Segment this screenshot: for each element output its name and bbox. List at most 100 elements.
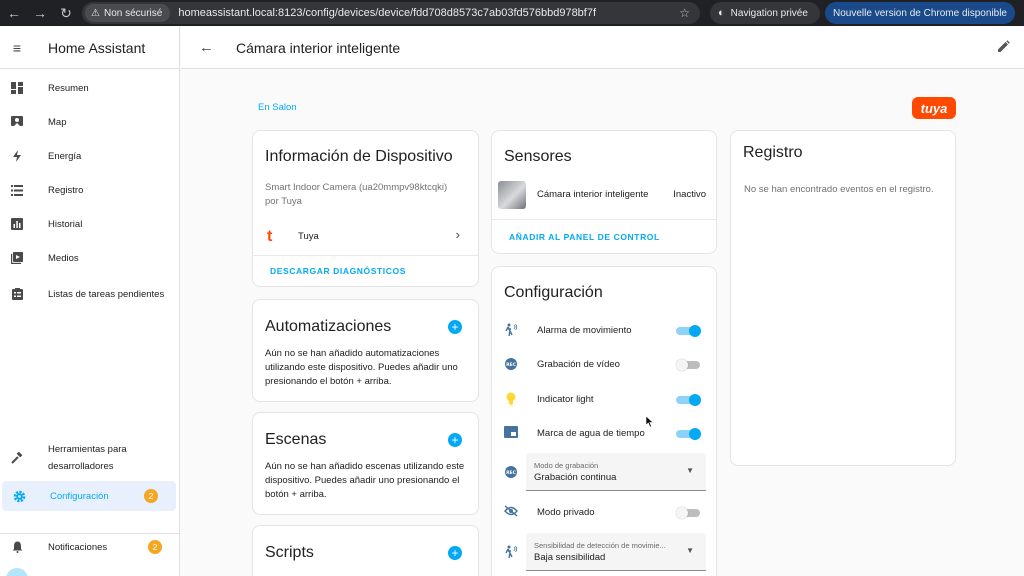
recording-mode-select[interactable]: Modo de grabación Grabación continua ▼ bbox=[526, 453, 706, 491]
sensor-entity-row[interactable]: Cámara interior inteligente Inactivo bbox=[492, 179, 716, 211]
log-empty-text: No se han encontrado eventos en el regis… bbox=[744, 184, 934, 195]
back-arrow-icon[interactable]: ← bbox=[199, 39, 214, 56]
scenes-empty-text: Aún no se han añadido escenas utilizando… bbox=[265, 461, 465, 500]
automations-card: Automatizaciones + Aún no se han añadido… bbox=[252, 299, 479, 402]
sidebar-item-listas[interactable]: Listas de tareas pendientes bbox=[0, 279, 180, 309]
svg-text:REC: REC bbox=[506, 470, 517, 476]
motion-icon bbox=[502, 323, 520, 337]
motion-alarm-toggle[interactable] bbox=[676, 325, 702, 337]
config-row-label: Marca de agua de tiempo bbox=[537, 428, 645, 439]
incognito-icon: ◐ bbox=[718, 7, 725, 19]
private-browsing-indicator[interactable]: ◐ Navigation privée bbox=[710, 2, 820, 24]
time-watermark-toggle[interactable] bbox=[676, 428, 702, 440]
card-title: Sensores bbox=[504, 148, 572, 165]
device-info-card: Información de Dispositivo Smart Indoor … bbox=[252, 130, 479, 287]
select-label: Sensibilidad de detección de movimie... bbox=[534, 541, 666, 550]
select-value: Baja sensibilidad bbox=[534, 552, 606, 563]
integration-row[interactable]: t Tuya › bbox=[253, 223, 478, 251]
configuration-card: Configuración Alarma de movimiento REC G… bbox=[491, 266, 717, 576]
device-model: Smart Indoor Camera (ua20mmpv98ktcqki) p… bbox=[265, 181, 447, 209]
card-title: Automatizaciones bbox=[265, 318, 392, 335]
media-icon bbox=[0, 252, 34, 264]
config-row-video-recording[interactable]: REC Grabación de vídeo bbox=[492, 353, 716, 377]
card-title: Escenas bbox=[265, 431, 327, 448]
sensors-card: Sensores Cámara interior inteligente Ina… bbox=[491, 130, 717, 254]
sidebar-item-label: Registro bbox=[48, 184, 84, 196]
sidebar-item-registro[interactable]: Registro bbox=[0, 175, 180, 205]
address-bar[interactable]: ⚠ Non sécurisé homeassistant.local:8123/… bbox=[82, 2, 700, 24]
security-label: Non sécurisé bbox=[103, 7, 163, 19]
page-title: Cámara interior inteligente bbox=[236, 39, 401, 56]
chevron-right-icon: › bbox=[455, 227, 460, 242]
privacy-mode-toggle[interactable] bbox=[676, 507, 702, 519]
area-link[interactable]: En Salon bbox=[258, 102, 297, 113]
config-row-label: Grabación de vídeo bbox=[537, 359, 620, 370]
bell-icon bbox=[0, 541, 34, 553]
chrome-update-button[interactable]: Nouvelle version de Chrome disponible bbox=[825, 2, 1015, 24]
config-row-label: Modo privado bbox=[537, 507, 595, 518]
sidebar-item-medios[interactable]: Medios bbox=[0, 243, 180, 273]
sidebar-item-label: Listas de tareas pendientes bbox=[48, 288, 165, 300]
tuya-icon: t bbox=[267, 228, 273, 245]
config-row-time-watermark[interactable]: Marca de agua de tiempo bbox=[492, 422, 716, 446]
sidebar-item-resumen[interactable]: Resumen bbox=[0, 73, 180, 103]
config-badge: 2 bbox=[144, 489, 158, 503]
add-scene-button[interactable]: + bbox=[448, 433, 462, 447]
add-to-dashboard-button[interactable]: AÑADIR AL PANEL DE CONTROL bbox=[509, 232, 660, 242]
sidebar-item-energia[interactable]: Energía bbox=[0, 141, 180, 171]
card-title: Scripts bbox=[265, 544, 314, 561]
divider bbox=[253, 255, 478, 256]
motion-icon bbox=[502, 545, 520, 559]
indicator-light-toggle[interactable] bbox=[676, 394, 702, 406]
sidebar-item-map[interactable]: Map bbox=[0, 107, 180, 137]
tuya-logo: tuya bbox=[912, 97, 956, 119]
menu-collapse-icon[interactable]: ≡ bbox=[0, 40, 34, 56]
add-automation-button[interactable]: + bbox=[448, 320, 462, 334]
mouse-cursor-icon bbox=[646, 416, 654, 428]
security-indicator[interactable]: ⚠ Non sécurisé bbox=[85, 4, 171, 22]
url-text: homeassistant.local:8123/config/devices/… bbox=[178, 7, 597, 19]
config-row-indicator-light[interactable]: Indicator light bbox=[492, 388, 716, 412]
integration-name: Tuya bbox=[298, 231, 319, 242]
sidebar-item-label: Resumen bbox=[48, 82, 89, 94]
config-row-motion-alarm[interactable]: Alarma de movimiento bbox=[492, 319, 716, 343]
sidebar-item-label: Notificaciones bbox=[48, 541, 108, 553]
camera-thumbnail bbox=[498, 181, 526, 209]
rec-icon: REC bbox=[502, 357, 520, 371]
video-recording-toggle[interactable] bbox=[676, 359, 702, 371]
sidebar-item-historial[interactable]: Historial bbox=[0, 209, 180, 239]
bookmark-star-icon[interactable]: ☆ bbox=[679, 6, 690, 20]
sidebar-item-developer-tools[interactable]: Herramientas para desarrolladores bbox=[0, 439, 180, 477]
sidebar-header: ≡ Home Assistant bbox=[0, 27, 179, 69]
rec-icon: REC bbox=[502, 465, 520, 479]
dropdown-arrow-icon: ▼ bbox=[686, 466, 694, 475]
chrome-update-label: Nouvelle version de Chrome disponible bbox=[833, 7, 1007, 19]
sidebar-item-configuracion[interactable]: Configuración 2 bbox=[2, 481, 176, 511]
card-title: Registro bbox=[743, 144, 803, 161]
sidebar-item-label: Map bbox=[48, 116, 67, 128]
edit-pencil-icon[interactable] bbox=[997, 39, 1010, 56]
reload-icon[interactable]: ↻ bbox=[54, 0, 78, 26]
back-arrow-icon[interactable]: ← bbox=[2, 0, 26, 26]
dropdown-arrow-icon: ▼ bbox=[686, 546, 694, 555]
hammer-icon bbox=[0, 452, 34, 464]
select-value: Grabación continua bbox=[534, 472, 617, 483]
sidebar-item-notificaciones[interactable]: Notificaciones 2 bbox=[0, 532, 180, 562]
notifications-badge: 2 bbox=[148, 540, 162, 554]
log-card: Registro No se han encontrado eventos en… bbox=[730, 130, 956, 466]
sidebar-item-label: Herramientas para desarrolladores bbox=[48, 441, 127, 475]
warning-icon: ⚠ bbox=[91, 7, 100, 19]
config-row-privacy-mode[interactable]: Modo privado bbox=[492, 501, 716, 525]
sidebar-item-label: Historial bbox=[48, 218, 83, 230]
device-model-text: Smart Indoor Camera (ua20mmpv98ktcqki) bbox=[265, 182, 448, 193]
motion-sensitivity-select[interactable]: Sensibilidad de detección de movimie... … bbox=[526, 533, 706, 571]
scripts-card: Scripts + bbox=[252, 525, 479, 576]
dashboard-icon bbox=[0, 82, 34, 94]
dev-tools-line1: Herramientas para bbox=[48, 444, 127, 455]
automations-empty-text: Aún no se han añadido automatizaciones u… bbox=[265, 348, 458, 387]
add-script-button[interactable]: + bbox=[448, 546, 462, 560]
forward-arrow-icon[interactable]: → bbox=[28, 0, 52, 26]
card-title: Configuración bbox=[504, 284, 603, 301]
scenes-card: Escenas + Aún no se han añadido escenas … bbox=[252, 412, 479, 515]
download-diagnostics-button[interactable]: DESCARGAR DIAGNÓSTICOS bbox=[270, 266, 406, 276]
